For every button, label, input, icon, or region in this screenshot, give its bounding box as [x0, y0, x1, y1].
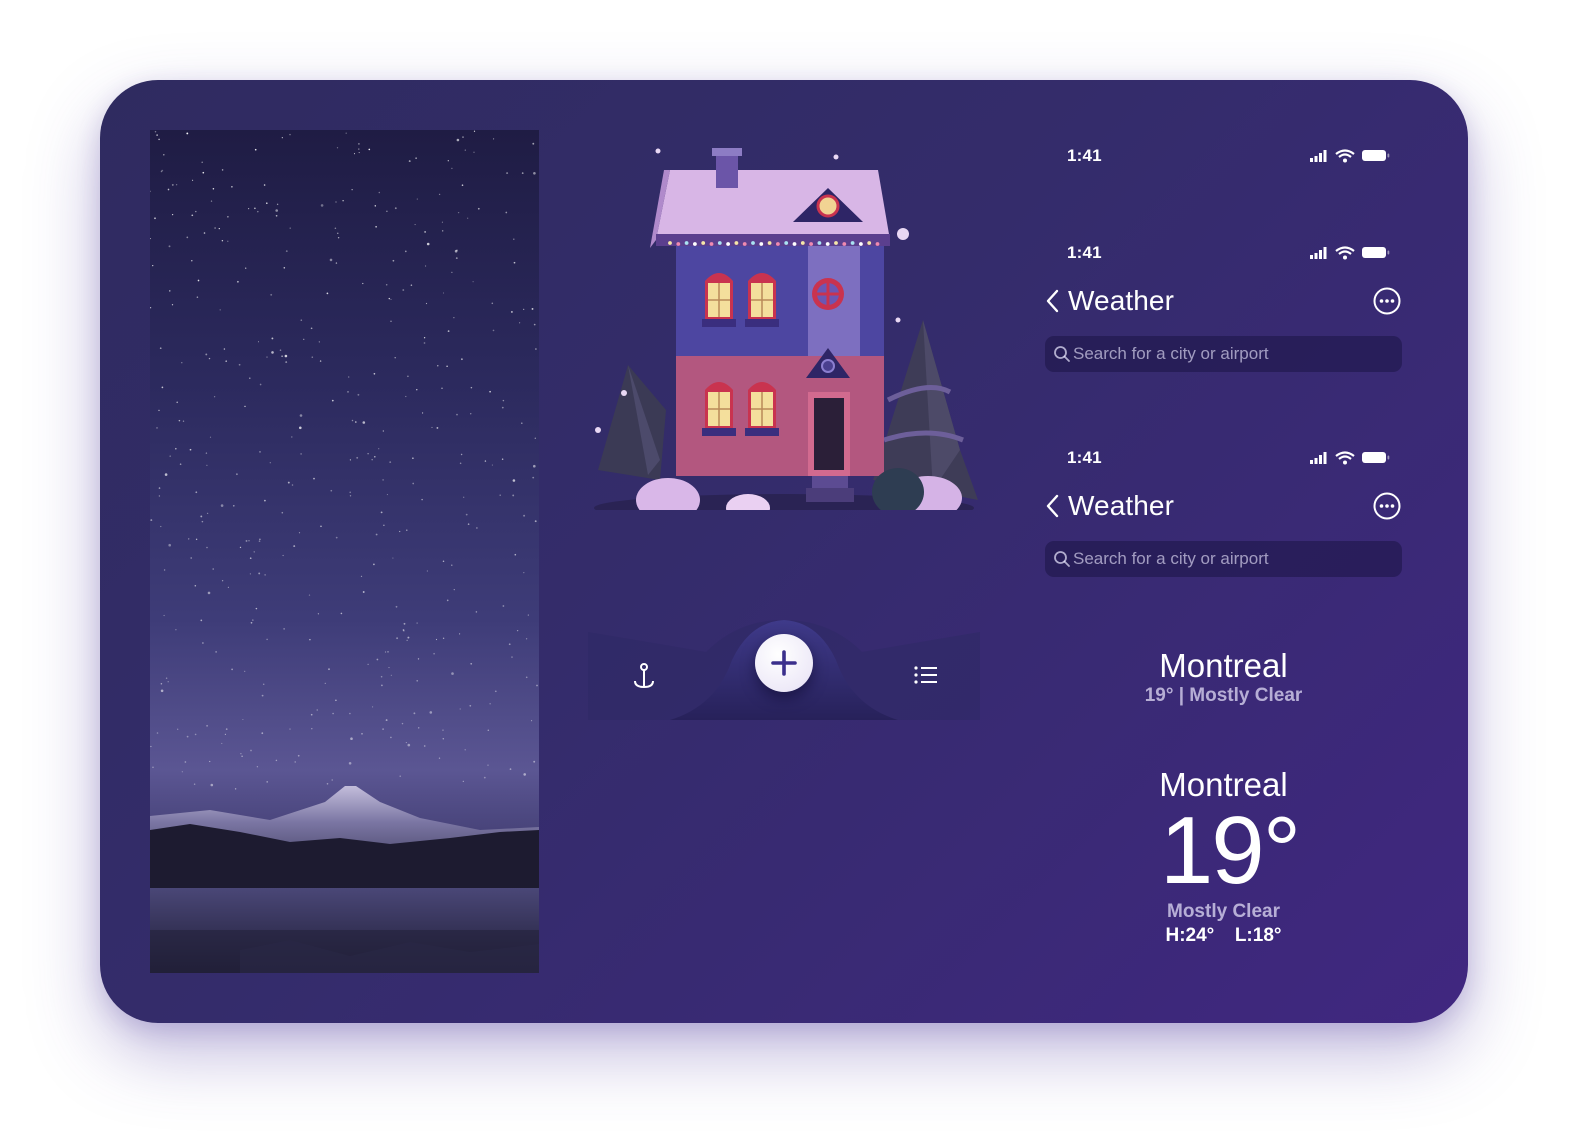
status-icons — [1310, 451, 1400, 470]
back-button[interactable] — [1045, 286, 1063, 316]
status-time: 1:41 — [1067, 448, 1102, 467]
high-low: H:24° L:18° — [1045, 924, 1402, 948]
back-button[interactable] — [1045, 491, 1063, 521]
more-button[interactable] — [1372, 491, 1402, 521]
search-placeholder: Search for a city or airport — [1073, 344, 1269, 363]
battery-icon — [1362, 247, 1390, 258]
night-sky-wallpaper — [150, 130, 539, 973]
battery-icon — [1362, 150, 1390, 161]
ellipsis-circle-icon — [1373, 287, 1401, 315]
status-time: 1:41 — [1067, 243, 1102, 262]
chevron-left-icon — [1046, 289, 1059, 313]
status-bar: 1:41 — [1045, 146, 1402, 166]
cellular-signal-icon — [1310, 452, 1327, 464]
large-weather-header: Montreal 19° Mostly Clear H:24° L:18° — [1045, 766, 1402, 948]
tab-bar — [588, 610, 980, 720]
search-icon — [1054, 346, 1070, 362]
add-location-button[interactable] — [755, 634, 813, 692]
wifi-icon — [1335, 246, 1355, 260]
status-bar: 1:41 — [1045, 243, 1402, 263]
low-temp: L:18° — [1234, 925, 1282, 946]
wifi-icon — [1335, 451, 1355, 465]
temperature: 19° — [1159, 797, 1301, 904]
showcase-card: 1:41 1:41 Weather Search for a city or a… — [100, 80, 1468, 1023]
night-sky-image — [150, 130, 539, 973]
search-placeholder: Search for a city or airport — [1073, 549, 1269, 568]
more-button[interactable] — [1372, 286, 1402, 316]
battery-icon — [1362, 452, 1390, 463]
weather-summary: 19° | Mostly Clear — [1144, 685, 1303, 706]
cellular-signal-icon — [1310, 150, 1327, 162]
ellipsis-circle-icon — [1373, 492, 1401, 520]
search-icon — [1054, 551, 1070, 567]
status-bar: 1:41 — [1045, 448, 1402, 468]
nav-title: Weather — [1068, 490, 1175, 521]
status-icons — [1310, 149, 1400, 168]
house-illustration — [588, 130, 980, 522]
high-temp: H:24° — [1165, 925, 1215, 946]
condition: Mostly Clear — [1167, 901, 1280, 922]
cellular-signal-icon — [1310, 247, 1327, 259]
chevron-left-icon — [1046, 494, 1059, 518]
compact-weather-header: Montreal 19° | Mostly Clear — [1045, 647, 1402, 707]
list-icon[interactable] — [910, 660, 942, 692]
search-input[interactable]: Search for a city or airport — [1045, 336, 1402, 372]
map-pin-icon[interactable] — [628, 660, 660, 692]
nav-bar: Weather — [1045, 489, 1402, 525]
search-input[interactable]: Search for a city or airport — [1045, 541, 1402, 577]
city-name: Montreal — [1159, 647, 1288, 684]
status-time: 1:41 — [1067, 146, 1102, 165]
nav-bar: Weather — [1045, 284, 1402, 320]
nav-title: Weather — [1068, 285, 1175, 316]
plus-icon — [771, 650, 797, 676]
status-icons — [1310, 246, 1400, 265]
wifi-icon — [1335, 149, 1355, 163]
